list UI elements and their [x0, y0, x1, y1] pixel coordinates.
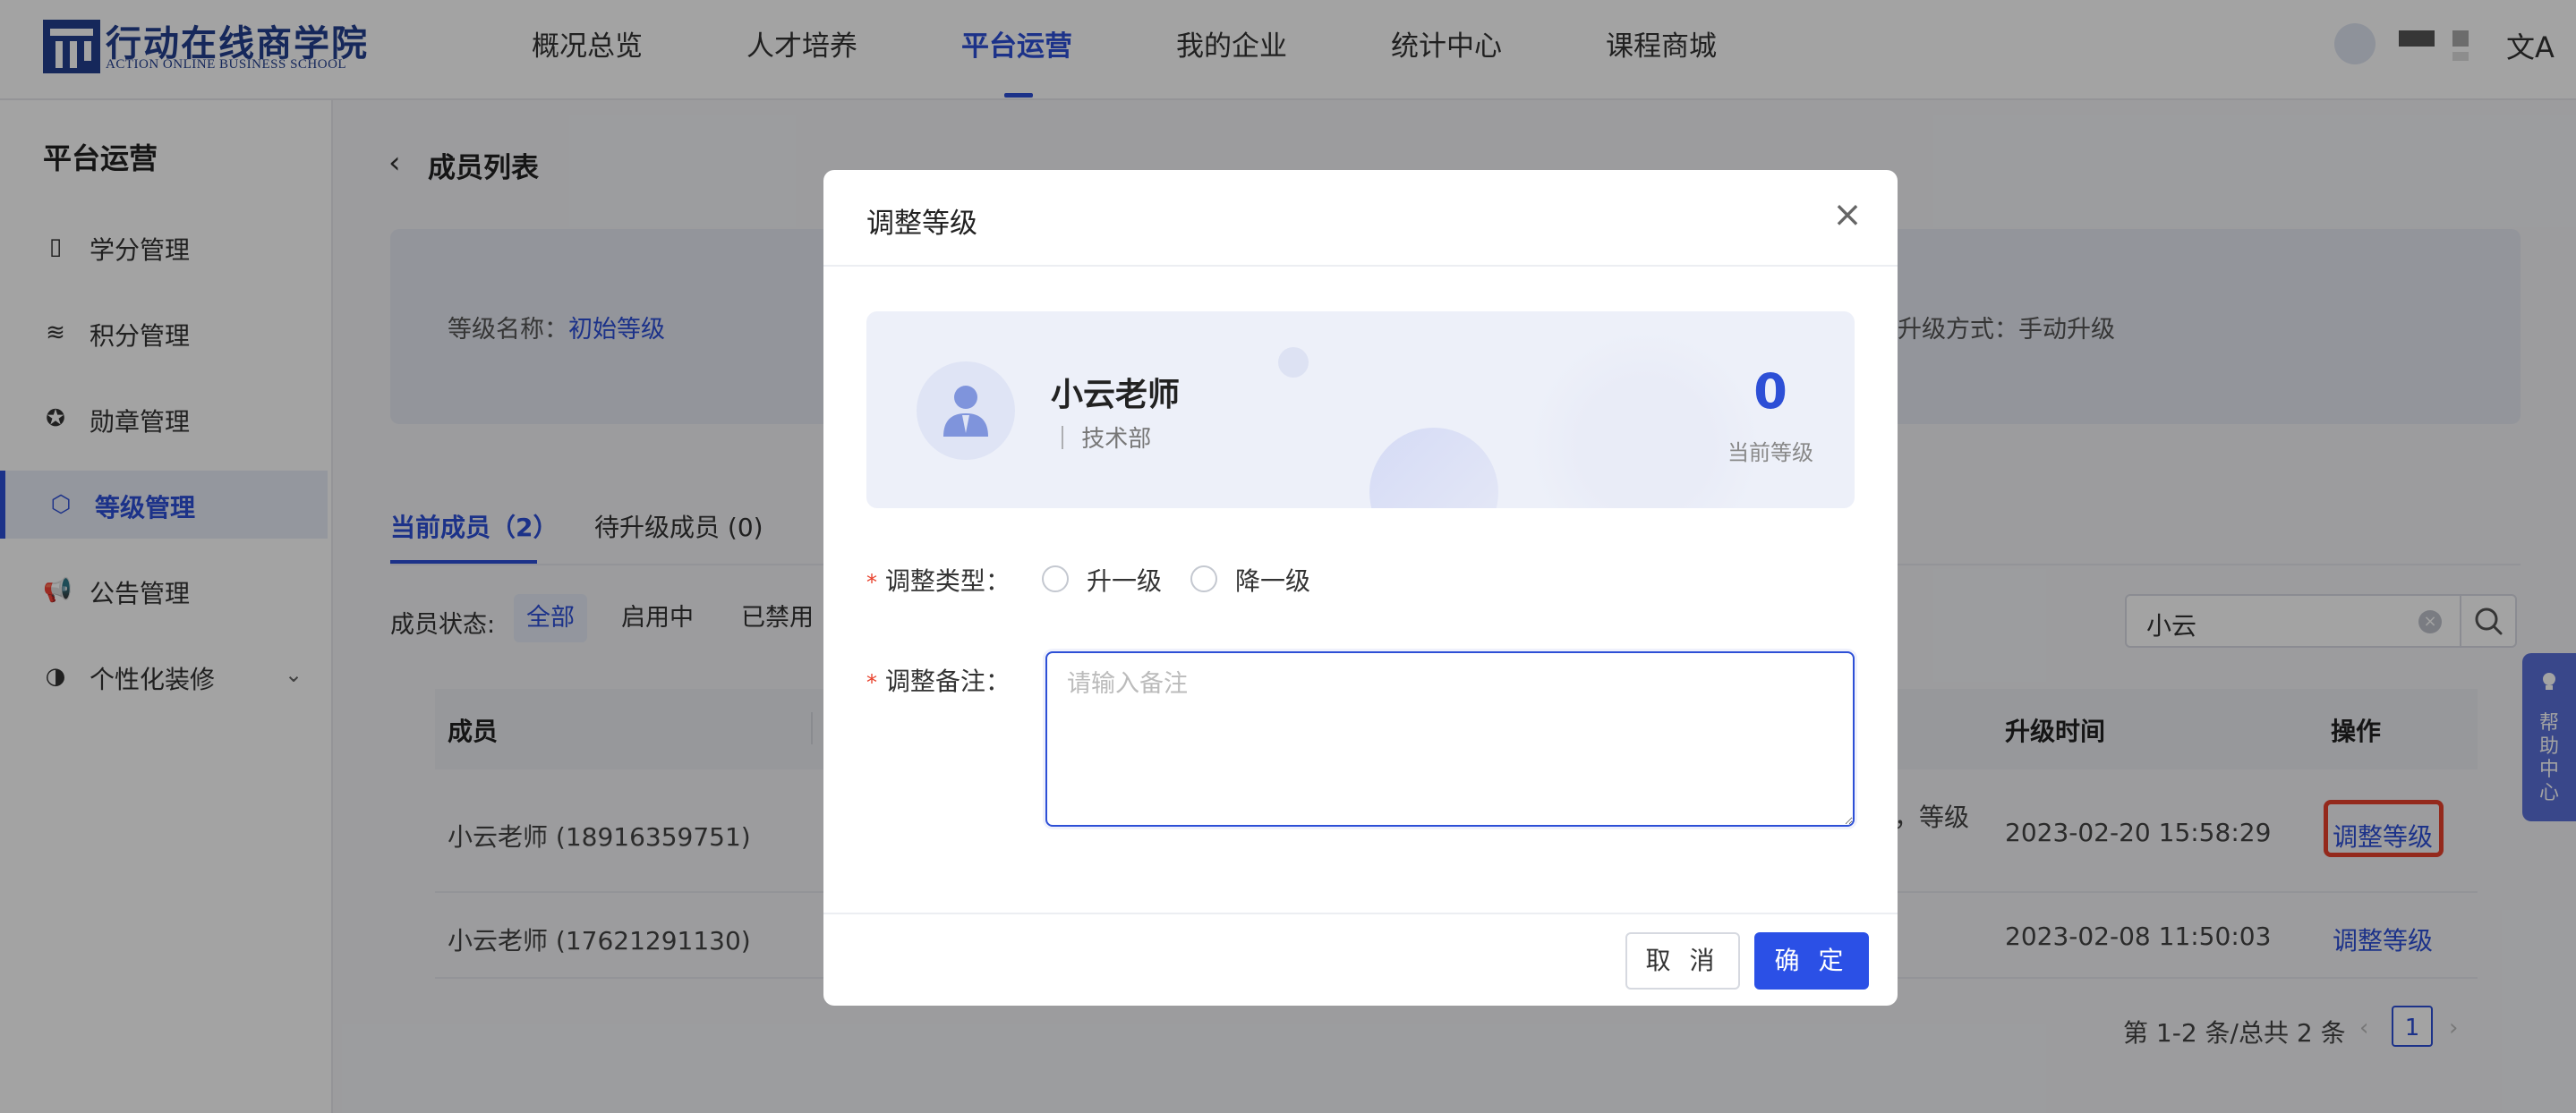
required-mark: * — [866, 670, 877, 695]
dialog-divider — [823, 265, 1898, 267]
member-profile-card: 小云老师 ｜ 技术部 0 当前等级 — [866, 311, 1855, 508]
adjust-note-label-text: 调整备注： — [884, 667, 1011, 696]
dialog-title: 调整等级 — [866, 208, 977, 240]
member-name: 小云老师 — [1051, 377, 1181, 413]
member-avatar — [917, 361, 1015, 460]
adjust-note-textarea[interactable] — [1045, 651, 1855, 827]
close-icon[interactable]: × — [1830, 197, 1865, 233]
dialog-footer-divider — [823, 913, 1898, 914]
radio-level-up-label[interactable]: 升一级 — [1087, 562, 1162, 598]
member-department: ｜ 技术部 — [1051, 426, 1152, 453]
required-mark: * — [866, 570, 877, 595]
decorative-circle — [1369, 428, 1498, 508]
cancel-button[interactable]: 取 消 — [1625, 932, 1740, 990]
current-level-value: 0 — [1753, 363, 1787, 420]
decorative-circle — [1278, 347, 1309, 378]
radio-level-down-label[interactable]: 降一级 — [1235, 562, 1310, 598]
user-icon — [943, 386, 988, 437]
adjust-type-label-text: 调整类型： — [884, 566, 1011, 596]
adjust-note-label: * 调整备注： — [866, 662, 1011, 698]
radio-level-down[interactable] — [1190, 565, 1217, 592]
confirm-button[interactable]: 确 定 — [1754, 932, 1869, 990]
current-level-label: 当前等级 — [1727, 440, 1813, 465]
radio-level-up[interactable] — [1042, 565, 1069, 592]
adjust-type-label: * 调整类型： — [866, 562, 1011, 598]
adjust-level-dialog: 调整等级 × 小云老师 ｜ 技术部 0 当前等级 * 调整类型： 升一级 降一级… — [823, 170, 1898, 1006]
